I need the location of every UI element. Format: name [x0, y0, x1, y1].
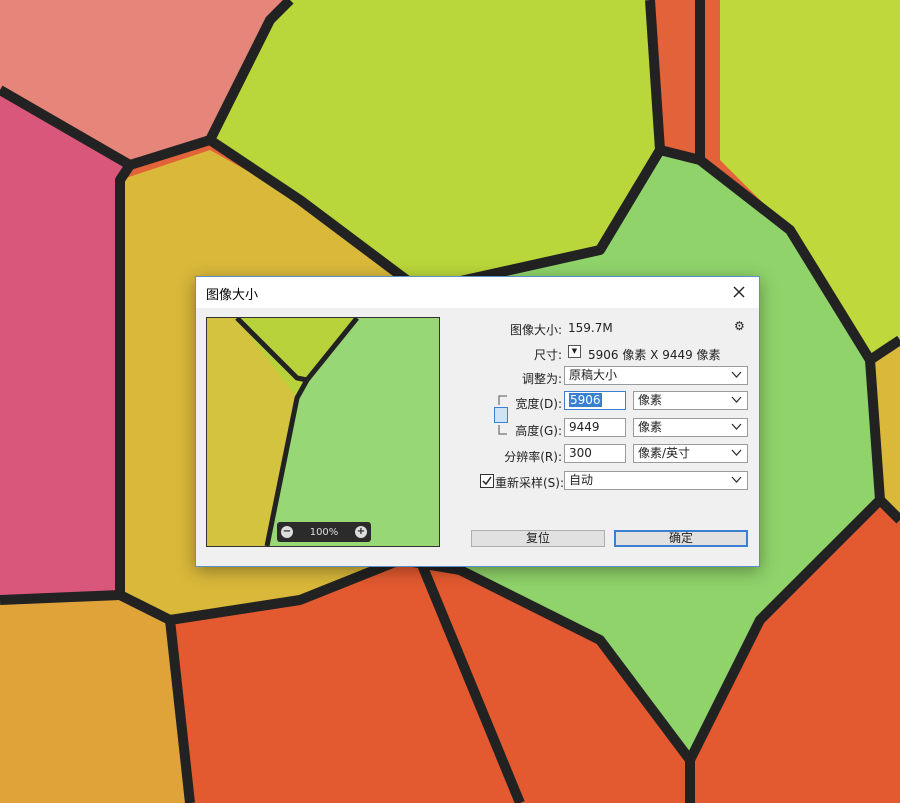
width-value: 5906: [569, 393, 602, 407]
resample-select[interactable]: 自动: [564, 471, 748, 490]
height-input[interactable]: 9449: [564, 418, 626, 437]
chevron-down-icon: [731, 396, 742, 403]
reset-button[interactable]: 复位: [471, 530, 605, 547]
image-size-label: 图像大小:: [509, 323, 562, 337]
height-unit-select[interactable]: 像素: [633, 418, 748, 437]
image-size-value: 159.7M: [568, 321, 613, 335]
checkmark-icon: [482, 476, 492, 486]
preview-image: [207, 318, 439, 546]
fit-to-value: 原稿大小: [569, 368, 618, 382]
gear-icon[interactable]: ⚙: [734, 319, 745, 333]
resample-label[interactable]: 重新采样(S):: [495, 474, 564, 491]
width-label: 宽度(D):: [515, 397, 562, 411]
chevron-down-icon: [731, 371, 742, 378]
dialog-titlebar[interactable]: 图像大小: [196, 277, 759, 308]
plus-icon[interactable]: +: [355, 526, 367, 538]
resolution-input[interactable]: 300: [564, 444, 626, 463]
zoom-label: 100%: [309, 526, 339, 538]
resample-checkbox[interactable]: [480, 474, 494, 488]
resolution-value: 300: [569, 446, 592, 460]
fit-to-label: 调整为:: [521, 372, 562, 386]
dimensions-dropdown-icon[interactable]: ▼: [568, 345, 581, 358]
image-preview[interactable]: − 100% +: [206, 317, 440, 547]
ok-button[interactable]: 确定: [614, 530, 748, 547]
chevron-down-icon: [731, 423, 742, 430]
close-button[interactable]: [725, 280, 753, 304]
width-unit-value: 像素: [638, 393, 663, 407]
width-input[interactable]: 5906: [564, 391, 626, 410]
close-icon: [733, 286, 745, 298]
chevron-down-icon: [731, 449, 742, 456]
resample-value: 自动: [569, 473, 594, 487]
minus-icon[interactable]: −: [281, 526, 293, 538]
width-unit-select[interactable]: 像素: [633, 391, 748, 410]
image-size-dialog: 图像大小 − 100% + 图像大小: 159.7M ⚙ 尺寸: ▼ 5906 …: [195, 276, 760, 567]
height-unit-value: 像素: [638, 420, 663, 434]
resolution-unit-value: 像素/英寸: [638, 446, 691, 460]
height-value: 9449: [569, 420, 600, 434]
dialog-title: 图像大小: [206, 288, 259, 303]
fit-to-select[interactable]: 原稿大小: [564, 366, 748, 385]
dimensions-value: 5906 像素 X 9449 像素: [588, 348, 721, 362]
height-label: 高度(G):: [515, 424, 562, 438]
zoom-control: − 100% +: [277, 522, 371, 542]
resolution-unit-select[interactable]: 像素/英寸: [633, 444, 748, 463]
dimensions-label: 尺寸:: [533, 348, 562, 362]
chevron-down-icon: [731, 476, 742, 483]
resolution-label: 分辨率(R):: [504, 450, 562, 464]
